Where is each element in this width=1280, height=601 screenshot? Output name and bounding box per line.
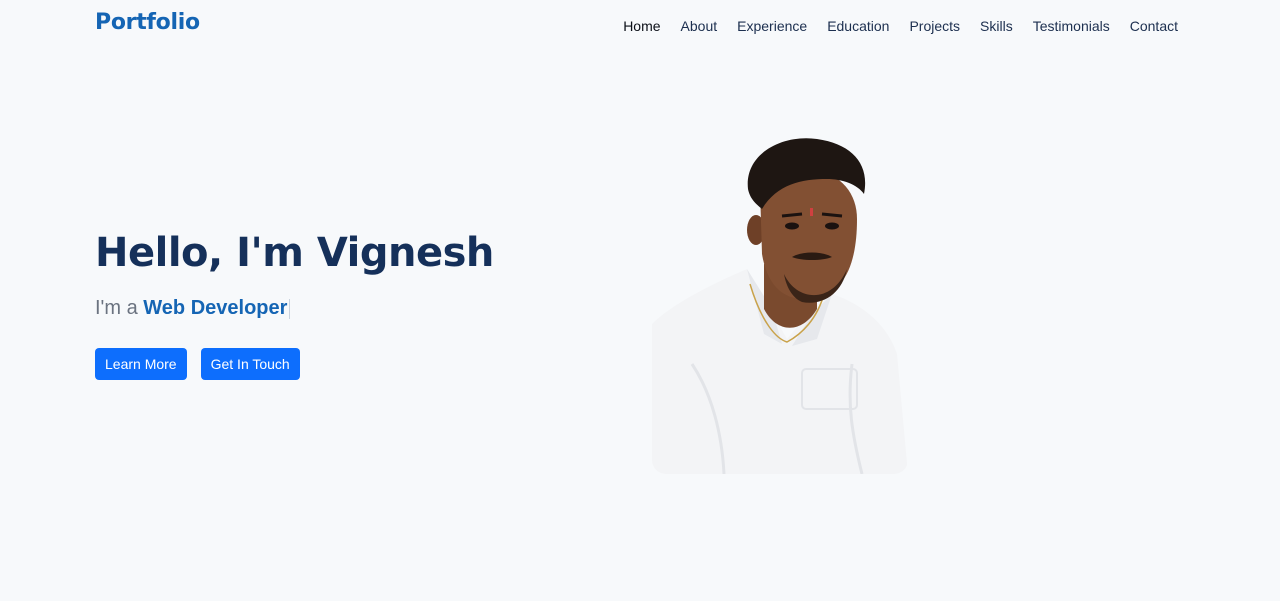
profile-photo <box>652 134 908 474</box>
learn-more-button[interactable]: Learn More <box>95 348 187 380</box>
nav-link-about[interactable]: About <box>681 18 718 34</box>
nav-link-home[interactable]: Home <box>623 18 660 34</box>
typing-cursor <box>289 298 291 319</box>
navbar: Portfolio Home About Experience Educatio… <box>0 0 1280 52</box>
brand-logo[interactable]: Portfolio <box>95 10 200 35</box>
hero-subtitle-prefix: I'm a <box>95 297 144 319</box>
nav-link-experience[interactable]: Experience <box>737 18 807 34</box>
nav-link-projects[interactable]: Projects <box>909 18 960 34</box>
get-in-touch-button[interactable]: Get In Touch <box>200 348 300 380</box>
hero-role: Web Developer <box>143 297 288 319</box>
nav-link-testimonials[interactable]: Testimonials <box>1033 18 1110 34</box>
hero-buttons: Learn More Get In Touch <box>95 348 494 380</box>
nav-link-contact[interactable]: Contact <box>1130 18 1178 34</box>
hero-section: Hello, I'm Vignesh I'm a Web Developer L… <box>95 226 494 380</box>
hero-title: Hello, I'm Vignesh <box>95 230 494 276</box>
nav-link-skills[interactable]: Skills <box>980 18 1013 34</box>
nav-link-education[interactable]: Education <box>827 18 889 34</box>
page: Portfolio Home About Experience Educatio… <box>0 0 1280 601</box>
hero-subtitle: I'm a Web Developer <box>95 294 494 322</box>
nav-links: Home About Experience Education Projects… <box>623 18 1178 34</box>
